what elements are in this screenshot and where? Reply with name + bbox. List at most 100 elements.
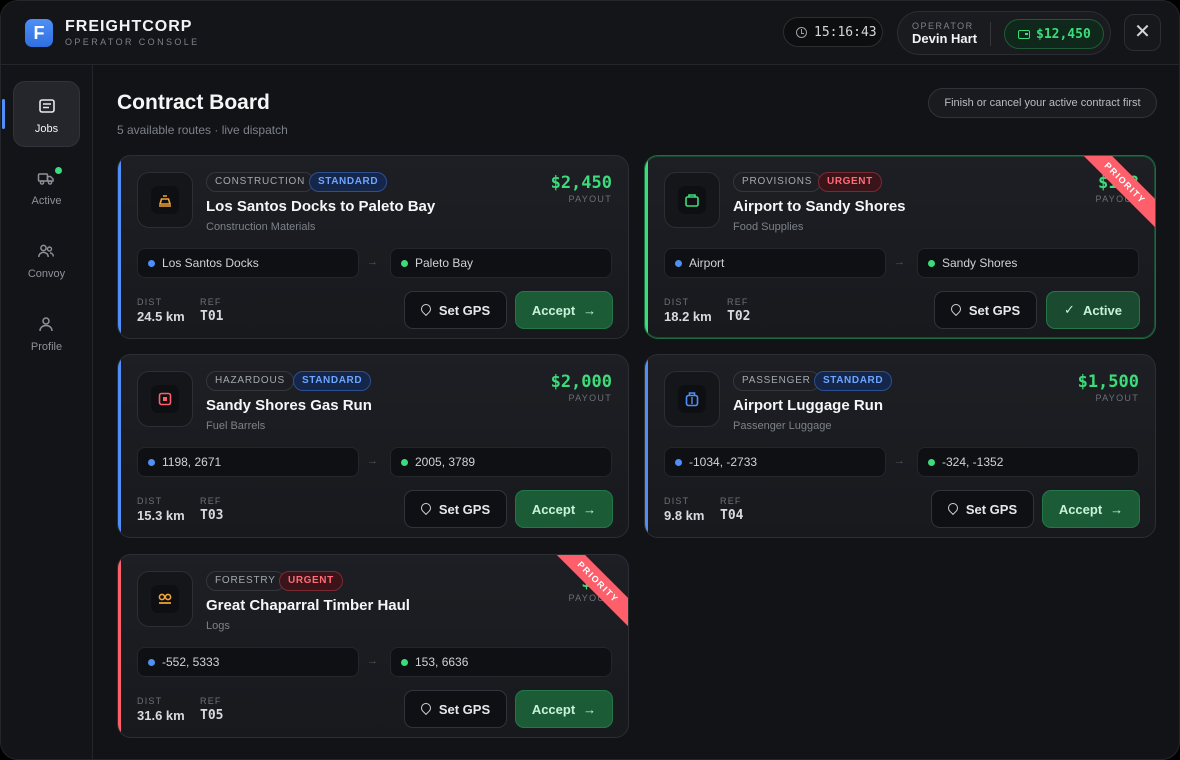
convoy-icon [38, 244, 54, 258]
close-button[interactable]: ✕ [1124, 14, 1161, 51]
payout-label: PAYOUT [568, 194, 612, 204]
check-icon: ✓ [1064, 302, 1075, 317]
category-tag: PROVISIONS [733, 172, 822, 192]
cargo-icon-box [137, 172, 193, 228]
contract-card: FORESTRY URGENT Great Chaparral Timber H… [117, 554, 629, 738]
ref-value: T01 [200, 309, 224, 324]
contract-title: Los Santos Docks to Paleto Bay [206, 198, 436, 215]
cargo-type: Construction Materials [206, 221, 316, 233]
origin-field: Los Santos Docks [137, 248, 359, 278]
operator-label: OPERATOR [912, 21, 974, 31]
arrow-right-icon: → [583, 302, 597, 318]
sidebar-item-active[interactable]: Active [13, 154, 80, 220]
map-pin-icon [951, 304, 961, 316]
active-status-button[interactable]: ✓ Active [1046, 291, 1140, 329]
header: F FREIGHTCORP OPERATOR CONSOLE 15:16:43 … [1, 1, 1179, 65]
destination-label: -324, -1352 [942, 455, 1004, 469]
destination-dot [401, 459, 408, 466]
accept-button[interactable]: Accept → [1042, 490, 1140, 528]
accept-button[interactable]: Accept → [515, 291, 613, 329]
category-tag: CONSTRUCTION [206, 172, 315, 192]
map-pin-icon [421, 703, 431, 715]
payout-value: $2,450 [550, 173, 612, 193]
dist-value: 9.8 km [664, 508, 705, 523]
set-gps-label: Set GPS [965, 501, 1018, 517]
clock-time: 15:16:43 [814, 24, 877, 40]
accept-button[interactable]: Accept → [515, 490, 613, 528]
set-gps-label: Set GPS [438, 701, 491, 717]
payout-label: PAYOUT [568, 393, 612, 403]
sidebar-item-label: Convoy [27, 268, 66, 280]
contract-card: PROVISIONS URGENT Airport to Sandy Shore… [644, 155, 1156, 339]
origin-dot [675, 459, 682, 466]
brand-logo: F [25, 19, 53, 47]
destination-field: 153, 6636 [390, 647, 612, 677]
priority-tag: URGENT [279, 571, 343, 591]
contract-card: HAZARDOUS STANDARD Sandy Shores Gas Run … [117, 354, 629, 538]
accept-label: Accept [531, 701, 576, 717]
dist-label: DIST [664, 297, 690, 307]
origin-label: Airport [689, 256, 725, 270]
origin-field: 1198, 2671 [137, 447, 359, 477]
origin-field: Airport [664, 248, 886, 278]
operator-name: Devin Hart [912, 31, 978, 46]
accept-label: Accept [531, 501, 576, 517]
truck-icon [37, 173, 54, 185]
dist-value: 31.6 km [137, 708, 185, 723]
card-accent [645, 156, 648, 338]
set-gps-button[interactable]: Set GPS [931, 490, 1034, 528]
balance-value: $12,450 [1036, 26, 1091, 42]
set-gps-button[interactable]: Set GPS [934, 291, 1037, 329]
origin-label: Los Santos Docks [162, 256, 259, 270]
accept-button[interactable]: Accept → [515, 690, 613, 728]
ref-value: T05 [200, 708, 224, 723]
dist-label: DIST [137, 496, 163, 506]
sidebar-item-jobs[interactable]: Jobs [2, 81, 80, 147]
sidebar: Jobs Active Convoy Profile [1, 65, 93, 759]
set-gps-label: Set GPS [968, 302, 1021, 318]
contract-card: PASSENGER STANDARD Airport Luggage Run P… [644, 354, 1156, 538]
origin-dot [148, 659, 155, 666]
sidebar-item-profile[interactable]: Profile [13, 300, 80, 366]
set-gps-button[interactable]: Set GPS [404, 490, 507, 528]
provisions-icon [685, 194, 699, 207]
ref-label: REF [727, 297, 749, 307]
destination-field: Paleto Bay [390, 248, 612, 278]
origin-field: -552, 5333 [137, 647, 359, 677]
priority-tag: STANDARD [309, 172, 388, 192]
cargo-icon-box [664, 371, 720, 427]
clock: 15:16:43 [783, 17, 883, 47]
cargo-icon-box [664, 172, 720, 228]
ref-label: REF [200, 496, 222, 506]
category-tag: HAZARDOUS [206, 371, 294, 391]
set-gps-button[interactable]: Set GPS [404, 690, 507, 728]
destination-dot [401, 659, 408, 666]
destination-label: Paleto Bay [415, 256, 474, 270]
timber-icon [158, 593, 172, 604]
page-subtitle: 5 available routes · live dispatch [117, 123, 288, 137]
map-pin-icon [421, 503, 431, 515]
destination-label: Sandy Shores [942, 256, 1018, 270]
payout-value: $1,500 [1077, 372, 1139, 392]
contract-title: Great Chaparral Timber Haul [206, 597, 410, 614]
app-window: F FREIGHTCORP OPERATOR CONSOLE 15:16:43 … [0, 0, 1180, 760]
route-arrow-icon: → [367, 655, 378, 667]
set-gps-label: Set GPS [438, 302, 491, 318]
category-tag: FORESTRY [206, 571, 285, 591]
route-arrow-icon: → [894, 455, 905, 467]
contract-title: Airport Luggage Run [733, 397, 883, 414]
destination-field: Sandy Shores [917, 248, 1139, 278]
cargo-icon-box [137, 371, 193, 427]
destination-dot [928, 459, 935, 466]
sidebar-item-convoy[interactable]: Convoy [13, 227, 80, 293]
active-indicator-dot [55, 167, 62, 174]
contract-title: Airport to Sandy Shores [733, 198, 906, 215]
set-gps-button[interactable]: Set GPS [404, 291, 507, 329]
destination-label: 153, 6636 [415, 655, 469, 669]
ref-value: T03 [200, 508, 224, 523]
page-title: Contract Board [117, 91, 270, 114]
arrow-right-icon: → [583, 501, 597, 517]
origin-label: -1034, -2733 [689, 455, 758, 469]
destination-dot [928, 260, 935, 267]
construction-icon [158, 195, 172, 207]
